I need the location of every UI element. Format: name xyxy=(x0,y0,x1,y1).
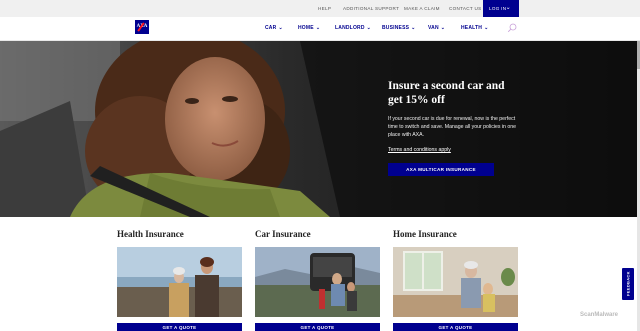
nav-item-home[interactable]: HOME ⌄ xyxy=(298,17,320,39)
hero-body: If your second car is due for renewal, n… xyxy=(388,116,517,139)
nav-item-van[interactable]: VAN ⌄ xyxy=(428,17,445,39)
feedback-tab[interactable]: FEEDBACK xyxy=(622,268,634,300)
home-quote-button[interactable]: GET A QUOTE xyxy=(393,323,518,331)
utility-bar: HELP ADDITIONAL SUPPORT MAKE A CLAIM CON… xyxy=(0,0,640,17)
chevron-down-icon: ⌄ xyxy=(505,5,511,11)
additional-support-link[interactable]: ADDITIONAL SUPPORT xyxy=(343,0,399,17)
hero-banner: Insure a second car and get 15% off If y… xyxy=(0,41,637,217)
hero-title: Insure a second car and get 15% off xyxy=(388,80,505,106)
hero-text-block: Insure a second car and get 15% off If y… xyxy=(388,79,518,153)
nav-item-label: VAN xyxy=(428,25,439,31)
axa-logo[interactable]: AXA xyxy=(135,20,149,34)
card-title: Home Insurance xyxy=(393,229,457,239)
card-title: Health Insurance xyxy=(117,229,184,239)
chevron-down-icon: ⌄ xyxy=(440,25,446,31)
chevron-down-icon: ⌄ xyxy=(278,25,283,31)
nav-item-car[interactable]: CAR ⌄ xyxy=(265,17,283,39)
watermark: ScanMalware xyxy=(580,312,619,318)
nav-item-health[interactable]: HEALTH ⌄ xyxy=(461,17,489,39)
contact-us-link[interactable]: CONTACT US xyxy=(449,0,481,17)
health-quote-button[interactable]: GET A QUOTE xyxy=(117,323,242,331)
health-insurance-card: Health Insurance GET A QUOTE xyxy=(117,229,242,331)
health-insurance-image xyxy=(117,247,242,317)
card-title: Car Insurance xyxy=(255,229,311,239)
login-label: LOG IN xyxy=(489,6,507,11)
chevron-down-icon: ⌄ xyxy=(484,25,489,31)
feedback-label: FEEDBACK xyxy=(625,271,631,296)
chevron-down-icon: ⌄ xyxy=(315,25,321,31)
chevron-down-icon: ⌄ xyxy=(411,25,416,31)
nav-item-label: CAR xyxy=(265,25,277,31)
nav-item-landlord[interactable]: LANDLORD ⌄ xyxy=(335,17,371,39)
nav-item-label: HOME xyxy=(298,25,314,31)
home-insurance-image xyxy=(393,247,518,317)
search-icon[interactable] xyxy=(507,23,517,33)
multicar-insurance-button[interactable]: AXA MULTICAR INSURANCE xyxy=(388,163,494,176)
terms-link[interactable]: Terms and conditions apply xyxy=(388,147,518,153)
car-quote-button[interactable]: GET A QUOTE xyxy=(255,323,380,331)
login-button[interactable]: LOG IN ⌄ xyxy=(483,0,519,17)
car-insurance-card: Car Insurance GET A QUOTE xyxy=(255,229,380,331)
nav-item-label: BUSINESS xyxy=(382,25,410,31)
help-link[interactable]: HELP xyxy=(318,0,331,17)
main-nav: AXA CAR⌄ HOME⌄ LANDLORD⌄ BUSINESS⌄ VAN⌄ … xyxy=(0,17,640,41)
home-insurance-card: Home Insurance GET A QUOTE xyxy=(393,229,518,331)
car-insurance-image xyxy=(255,247,380,317)
make-a-claim-link[interactable]: MAKE A CLAIM xyxy=(404,0,440,17)
nav-item-label: LANDLORD xyxy=(335,25,365,31)
hero-image xyxy=(0,41,637,217)
nav-item-business[interactable]: BUSINESS ⌄ xyxy=(382,17,416,39)
chevron-down-icon: ⌄ xyxy=(366,25,372,31)
nav-item-label: HEALTH xyxy=(461,25,483,31)
page: HELP ADDITIONAL SUPPORT MAKE A CLAIM CON… xyxy=(0,0,640,331)
